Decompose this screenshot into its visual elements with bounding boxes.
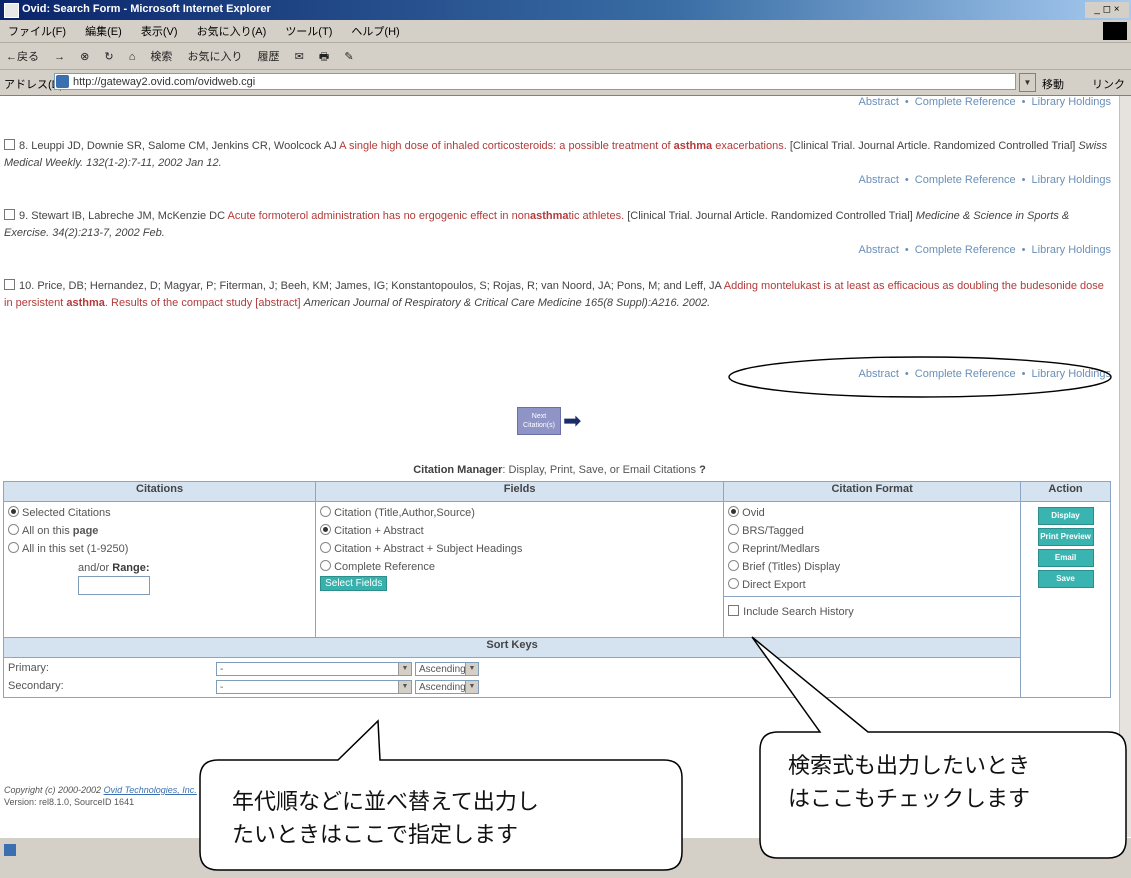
callout-shapes (199, 636, 1127, 871)
callout-search-history: 検索式も出力したいとき はここもチェックします (788, 754, 1031, 812)
callout-sort-keys: 年代順などに並べ替えて出力し たいときはここで指定します (232, 790, 539, 848)
